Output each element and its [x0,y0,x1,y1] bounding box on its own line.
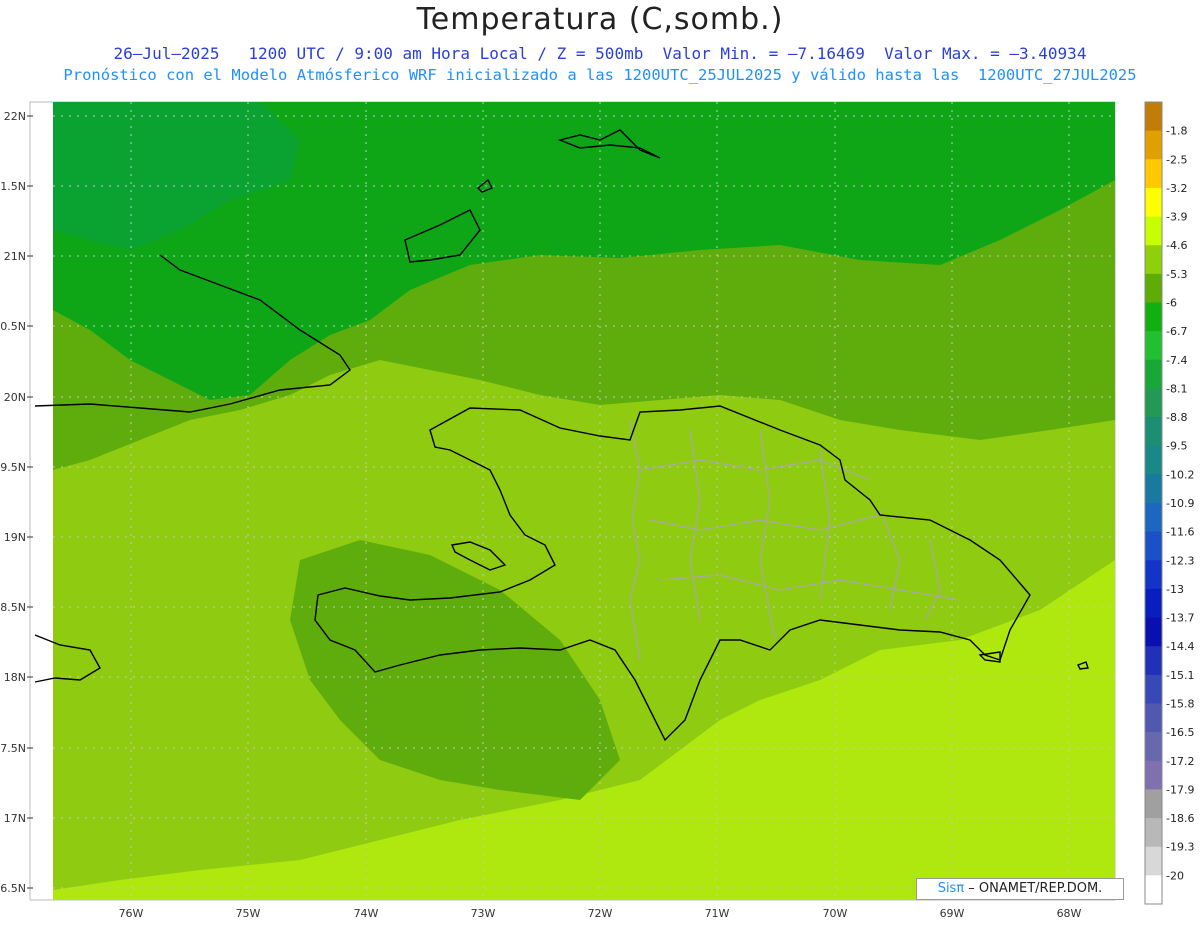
color-bar-label: -13.7 [1166,612,1194,625]
color-bar-swatch [1145,732,1162,762]
color-bar-swatch [1145,646,1162,676]
temperature-map: 22N 1.5N 21N 0.5N 20N 9.5N 19N 8.5N 18N … [0,101,1194,920]
color-bar-label: -12.3 [1166,554,1194,567]
color-bar-label: -15.8 [1166,698,1194,711]
color-bar-label: -8.1 [1166,382,1187,395]
lon-label: 75W [236,907,261,920]
color-bar-swatch [1145,302,1162,332]
lon-label: 74W [354,907,379,920]
color-bar-label: -6 [1166,297,1177,310]
color-bar-label: -18.6 [1166,812,1194,825]
color-bar-label: -9.5 [1166,440,1187,453]
lon-label: 70W [823,907,848,920]
color-bar-label: -17.9 [1166,783,1194,796]
color-bar-label: -14.4 [1166,640,1194,653]
color-bar-label: -10.9 [1166,497,1194,510]
color-bar-swatch [1145,130,1162,160]
credit-sis: Sisπ [937,881,965,896]
lat-label: 18N [4,671,26,684]
lat-label: 22N [4,110,26,123]
lon-label: 73W [471,907,496,920]
lon-label: 71W [705,907,730,920]
color-bar-swatch [1145,245,1162,275]
color-bar-swatch [1145,388,1162,418]
color-bar-label: -7.4 [1166,354,1187,367]
lon-label: 68W [1057,907,1082,920]
color-bar-swatch [1145,531,1162,561]
color-bar-label: -3.2 [1166,182,1187,195]
lat-label: 8.5N [0,601,26,614]
color-bar-swatch [1145,760,1162,790]
lon-label: 69W [940,907,965,920]
lat-label: 0.5N [0,320,26,333]
color-bar-label: -11.6 [1166,526,1194,539]
credit-text: – ONAMET/REP.DOM. [964,881,1103,896]
color-bar-swatch [1145,273,1162,303]
color-bar-label: -20 [1166,869,1184,882]
color-bar-swatch [1145,818,1162,848]
color-bar-swatch [1145,187,1162,218]
lon-label: 72W [588,907,613,920]
color-bar-label: -3.9 [1166,211,1187,224]
color-bar-label: -17.2 [1166,755,1194,768]
lat-label: 19N [4,531,26,544]
color-bar-swatch [1145,417,1162,447]
credit-box: Sisπ – ONAMET/REP.DOM. [916,878,1124,900]
color-bar-swatch [1145,588,1162,619]
color-bar-swatch [1145,617,1162,647]
lat-label: 7.5N [0,742,26,755]
lat-label: 20N [4,391,26,404]
color-bar-label: -15.1 [1166,669,1194,682]
color-bar-swatch [1145,503,1162,533]
lat-labels: 22N 1.5N 21N 0.5N 20N 9.5N 19N 8.5N 18N … [0,110,26,895]
color-bar-label: -13 [1166,583,1184,596]
color-bar-label: -6.7 [1166,325,1187,338]
lon-labels: 76W 75W 74W 73W 72W 71W 70W 69W 68W [119,907,1082,920]
color-bar-label: -5.3 [1166,268,1187,281]
color-bar-swatch [1145,703,1162,733]
color-bar-swatch [1145,560,1162,590]
color-bar-swatch [1145,359,1162,389]
color-bar: -1.8 -2.5 -3.2 -3.9 -4.6 -5.3 -6 -6.7 -7.4 -8.1 -8… [1144,101,1194,905]
color-bar-swatch [1145,846,1162,876]
color-bar-label: -8.8 [1166,411,1187,424]
lon-label: 76W [119,907,144,920]
color-bar-swatch [1145,674,1162,704]
lat-label: 1.5N [0,180,26,193]
color-bar-label: -1.8 [1166,125,1187,138]
color-bar-label: -10.2 [1166,468,1194,481]
lat-label: 21N [4,250,26,263]
color-bar-swatch [1145,102,1162,132]
lat-label: 6.5N [0,882,26,895]
color-bar-label: -19.3 [1166,841,1194,854]
color-bar-label: -16.5 [1166,726,1194,739]
color-bar-swatch [1145,445,1162,475]
color-bar-swatch [1145,331,1162,361]
color-bar-swatch [1145,216,1162,246]
color-bar-swatch [1145,159,1162,189]
lat-label: 9.5N [0,461,26,474]
lat-label: 17N [4,812,26,825]
color-bar-swatch [1145,789,1162,819]
color-bar-label: -4.6 [1166,239,1187,252]
color-bar-label: -2.5 [1166,153,1187,166]
color-bar-swatch [1145,875,1162,905]
color-bar-swatch [1145,474,1162,504]
